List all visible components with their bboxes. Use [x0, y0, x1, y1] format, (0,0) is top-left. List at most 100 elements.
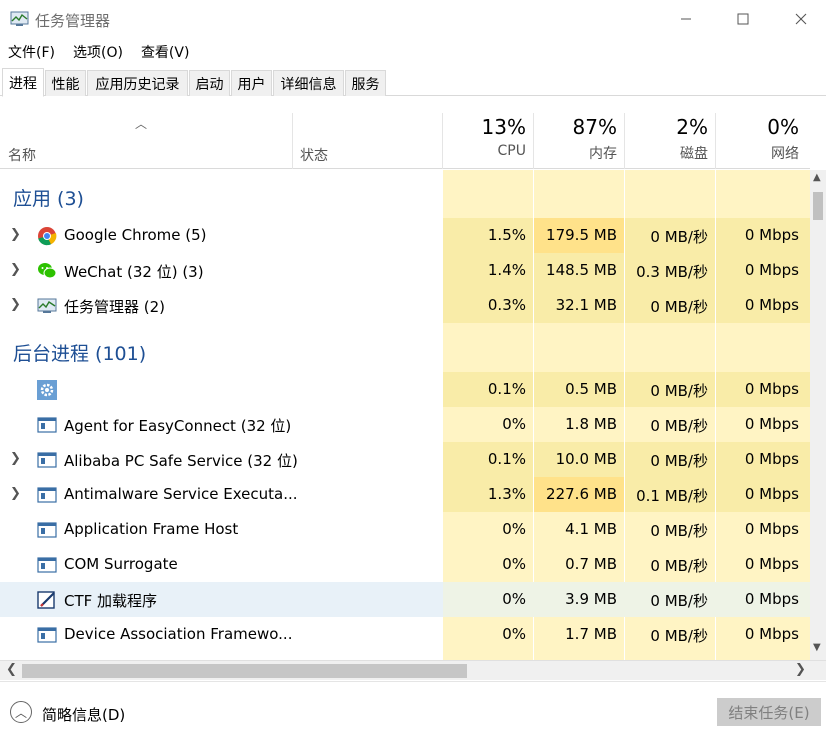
column-name[interactable]: 名称 — [8, 145, 36, 165]
window-icon — [37, 487, 57, 503]
expand-chevron-icon[interactable]: ❯ — [10, 262, 21, 277]
tab-performance[interactable]: 性能 — [45, 70, 86, 96]
process-row-selected[interactable]: CTF 加载程序 0% 3.9 MB 0 MB/秒 0 Mbps — [0, 582, 810, 617]
group-header-apps[interactable]: 应用 (3) — [0, 170, 810, 210]
column-divider[interactable] — [292, 113, 293, 169]
menu-bar: 文件(F) 选项(O) 查看(V) — [0, 40, 199, 64]
network-value: 0 Mbps — [744, 520, 799, 538]
disk-value: 0 MB/秒 — [650, 592, 708, 610]
window-icon — [37, 522, 57, 538]
scroll-left-icon[interactable]: ❮ — [6, 662, 17, 677]
memory-total: 87% — [572, 115, 617, 139]
group-title: 应用 (3) — [13, 188, 84, 210]
tab-processes[interactable]: 进程 — [2, 68, 44, 97]
network-value: 0 Mbps — [744, 261, 799, 279]
memory-value: 0.7 MB — [565, 555, 617, 573]
menu-file[interactable]: 文件(F) — [0, 40, 63, 64]
process-row[interactable]: Application Frame Host 0% 4.1 MB 0 MB/秒 … — [0, 512, 810, 547]
column-disk[interactable]: 2% 磁盘 — [625, 113, 716, 169]
disk-value: 0 MB/秒 — [650, 452, 708, 470]
cpu-value: 1.4% — [487, 261, 526, 279]
title-bar: 任务管理器 — [0, 0, 826, 38]
process-name: 任务管理器 (2) — [64, 298, 166, 316]
group-title: 后台进程 (101) — [13, 343, 147, 365]
expand-chevron-icon[interactable]: ❯ — [10, 297, 21, 312]
network-value: 0 Mbps — [744, 226, 799, 244]
process-row[interactable]: ❯ 任务管理器 (2) 0.3% 32.1 MB 0 MB/秒 0 Mbps — [0, 288, 810, 323]
process-row[interactable]: COM Surrogate 0% 0.7 MB 0 MB/秒 0 Mbps — [0, 547, 810, 582]
column-memory[interactable]: 87% 内存 — [534, 113, 625, 169]
process-row[interactable]: Agent for EasyConnect (32 位) 0% 1.8 MB 0… — [0, 407, 810, 442]
tab-app-history[interactable]: 应用历史记录 — [87, 70, 188, 96]
ctf-pen-icon — [37, 591, 55, 609]
tab-startup[interactable]: 启动 — [189, 70, 230, 96]
minimize-icon — [681, 18, 691, 20]
memory-value: 148.5 MB — [546, 261, 617, 279]
cpu-total: 13% — [481, 115, 526, 139]
menu-view[interactable]: 查看(V) — [133, 40, 198, 64]
process-name: WeChat (32 位) (3) — [64, 263, 204, 281]
process-row[interactable]: ❯ Alibaba PC Safe Service (32 位) 0.1% 10… — [0, 442, 810, 477]
process-name: CTF 加载程序 — [64, 592, 158, 610]
process-row[interactable]: ❯ WeChat (32 位) (3) 1.4% 148.5 MB 0.3 MB… — [0, 253, 810, 288]
window-icon — [37, 452, 57, 468]
memory-value: 179.5 MB — [546, 226, 617, 244]
process-name: Application Frame Host — [64, 520, 239, 538]
cpu-value: 0.3% — [487, 296, 526, 314]
end-task-button[interactable]: 结束任务(E) — [717, 698, 821, 726]
tab-services[interactable]: 服务 — [345, 70, 386, 96]
scroll-right-icon[interactable]: ❯ — [795, 662, 806, 677]
cpu-value: 0.1% — [487, 450, 526, 468]
tab-users[interactable]: 用户 — [231, 70, 272, 96]
process-row[interactable]: Device Association Framewo... 0% 1.7 MB … — [0, 617, 810, 652]
window-icon — [37, 627, 57, 643]
network-value: 0 Mbps — [744, 380, 799, 398]
cpu-value: 0% — [502, 555, 526, 573]
expand-chevron-icon[interactable]: ❯ — [10, 486, 21, 501]
vertical-scroll-thumb[interactable] — [813, 192, 823, 220]
disk-label: 磁盘 — [680, 146, 708, 162]
memory-value: 4.1 MB — [565, 520, 617, 538]
minimize-button[interactable] — [675, 8, 697, 30]
disk-value: 0 MB/秒 — [650, 557, 708, 575]
menu-options[interactable]: 选项(O) — [65, 40, 131, 64]
maximize-button[interactable] — [732, 8, 754, 30]
disk-total: 2% — [676, 115, 708, 139]
memory-value: 1.7 MB — [565, 625, 617, 643]
task-manager-icon — [37, 298, 57, 313]
cpu-value: 0% — [502, 590, 526, 608]
process-name: Agent for EasyConnect (32 位) — [64, 417, 292, 435]
expand-chevron-icon[interactable]: ❯ — [10, 227, 21, 242]
wechat-icon — [38, 263, 57, 279]
horizontal-scroll-thumb[interactable] — [22, 664, 467, 678]
network-value: 0 Mbps — [744, 625, 799, 643]
network-value: 0 Mbps — [744, 450, 799, 468]
process-row[interactable]: 0.1% 0.5 MB 0 MB/秒 0 Mbps — [0, 372, 810, 407]
chevron-up-icon[interactable]: ︿ — [10, 701, 32, 723]
expand-chevron-icon[interactable]: ❯ — [10, 451, 21, 466]
memory-value: 10.0 MB — [555, 450, 617, 468]
network-label: 网络 — [771, 146, 799, 162]
cpu-value: 0% — [502, 520, 526, 538]
process-row[interactable]: ❯ Google Chrome (5) 1.5% 179.5 MB 0 MB/秒… — [0, 218, 810, 253]
horizontal-scrollbar[interactable]: ❮ ❯ — [0, 660, 826, 680]
column-status[interactable]: 状态 — [300, 145, 328, 165]
close-button[interactable] — [790, 8, 812, 30]
group-header-background[interactable]: 后台进程 (101) — [0, 325, 810, 370]
network-value: 0 Mbps — [744, 485, 799, 503]
gear-icon — [37, 380, 57, 400]
disk-value: 0 MB/秒 — [650, 522, 708, 540]
vertical-scrollbar[interactable]: ▲ ▼ — [810, 170, 826, 660]
scroll-down-icon[interactable]: ▼ — [813, 642, 821, 653]
tab-details[interactable]: 详细信息 — [273, 70, 344, 96]
process-name: Google Chrome (5) — [64, 226, 207, 244]
disk-value: 0.1 MB/秒 — [636, 487, 708, 505]
column-network[interactable]: 0% 网络 — [716, 113, 807, 169]
scroll-up-icon[interactable]: ▲ — [813, 172, 821, 183]
chrome-icon — [38, 227, 57, 246]
fewer-details-link[interactable]: 简略信息(D) — [42, 704, 125, 725]
network-value: 0 Mbps — [744, 555, 799, 573]
column-cpu[interactable]: 13% CPU — [443, 113, 534, 169]
process-list: 应用 (3) ❯ Google Chrome (5) 1.5% 179.5 MB… — [0, 170, 810, 660]
process-row[interactable]: ❯ Antimalware Service Executa... 1.3% 22… — [0, 477, 810, 512]
